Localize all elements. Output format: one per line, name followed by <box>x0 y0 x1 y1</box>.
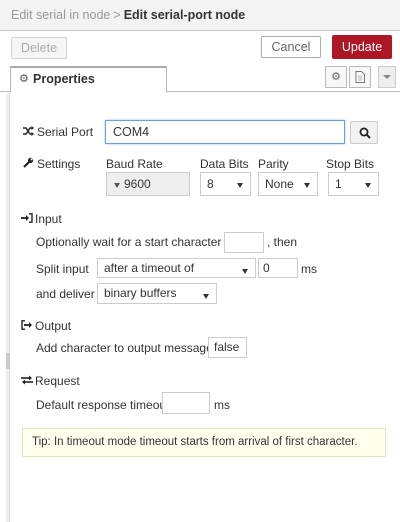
tab-properties-label: Properties <box>33 72 95 86</box>
search-icon <box>359 127 371 139</box>
data-bits-label: Data Bits <box>200 157 249 171</box>
parity-label: Parity <box>258 157 289 171</box>
tip-box: Tip: In timeout mode timeout starts from… <box>22 428 386 457</box>
serial-port-label: Serial Port <box>37 125 94 139</box>
breadcrumb-current: Edit serial-port node <box>123 8 246 22</box>
node-settings-button[interactable]: ⚙ <box>325 66 347 88</box>
more-tabs-chevron-icon[interactable] <box>378 66 396 88</box>
delete-button[interactable]: Delete <box>11 37 67 59</box>
breadcrumb: Edit serial in node > Edit serial-port nod… <box>11 8 245 22</box>
response-timeout-label: Default response timeout <box>36 398 170 412</box>
input-heading: Input <box>35 212 62 226</box>
update-button[interactable]: Update <box>332 35 392 59</box>
deliver-label: and deliver <box>36 287 95 301</box>
breadcrumb-separator: > <box>113 8 121 22</box>
split-timeout-unit: ms <box>301 262 317 276</box>
start-char-label: Optionally wait for a start character of <box>36 235 235 249</box>
split-input-select[interactable]: after a timeout of <box>97 258 256 278</box>
sign-out-icon <box>21 320 33 333</box>
node-description-button[interactable] <box>349 66 371 88</box>
shuffle-icon <box>23 126 34 139</box>
settings-label: Settings <box>37 157 81 171</box>
output-heading: Output <box>35 319 72 333</box>
split-timeout-input[interactable]: 0 <box>258 258 298 278</box>
stop-bits-select[interactable]: 1 <box>328 172 379 196</box>
baud-rate-select[interactable]: 9600 <box>106 172 190 196</box>
wrench-icon <box>23 157 34 171</box>
breadcrumb-parent[interactable]: Edit serial in node <box>11 8 110 22</box>
cancel-button[interactable]: Cancel <box>261 36 321 58</box>
parity-select[interactable]: None <box>258 172 318 196</box>
start-char-suffix: , then <box>267 235 298 249</box>
cog-icon: ⚙ <box>331 71 341 83</box>
gear-icon: ⚙ <box>19 73 29 85</box>
serial-port-input[interactable]: COM4 <box>105 120 345 144</box>
document-icon <box>355 71 365 83</box>
request-heading: Request <box>35 374 80 388</box>
tab-properties[interactable]: ⚙ Properties <box>10 66 167 93</box>
sign-in-icon <box>21 213 33 226</box>
exchange-icon <box>21 375 33 388</box>
resize-grip[interactable] <box>6 353 10 369</box>
response-timeout-input[interactable] <box>162 392 210 414</box>
split-input-label: Split input <box>36 262 89 276</box>
baud-rate-label: Baud Rate <box>106 157 163 171</box>
stop-bits-label: Stop Bits <box>326 157 375 171</box>
deliver-select[interactable]: binary buffers <box>97 283 217 304</box>
add-char-input[interactable]: false <box>208 337 247 358</box>
data-bits-select[interactable]: 8 <box>200 172 251 196</box>
add-char-label: Add character to output messages <box>36 341 219 355</box>
port-search-button[interactable] <box>350 121 378 144</box>
resize-edge[interactable] <box>6 93 10 522</box>
response-timeout-unit: ms <box>214 398 230 412</box>
baud-rate-value: 9600 <box>124 177 151 191</box>
dialog-header: Edit serial in node > Edit serial-port nod… <box>0 0 400 31</box>
start-char-input[interactable] <box>224 232 264 253</box>
caret-down-icon <box>114 183 120 188</box>
